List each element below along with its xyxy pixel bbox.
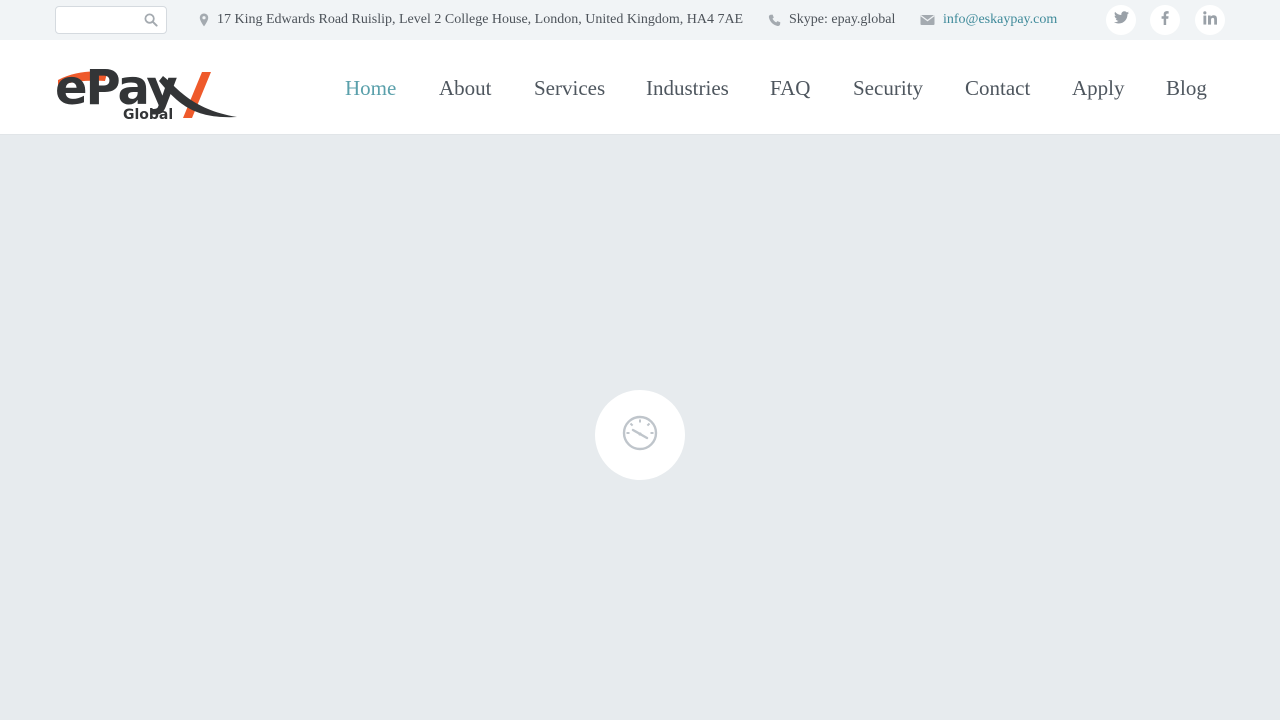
nav-contact[interactable]: Contact (965, 76, 1030, 100)
nav-security[interactable]: Security (853, 76, 923, 100)
main-navigation: Home About Services Industries FAQ Secur… (0, 40, 1280, 135)
page-content-loading (0, 135, 1280, 720)
nav-industries[interactable]: Industries (646, 76, 729, 100)
skype-text: Skype: epay.global (789, 12, 896, 27)
nav-blog[interactable]: Blog (1166, 76, 1207, 100)
contact-skype: Skype: epay.global (768, 11, 895, 29)
top-info-bar: 17 King Edwards Road Ruislip, Level 2 Co… (0, 0, 1280, 40)
nav-home[interactable]: Home (345, 76, 396, 100)
nav-faq[interactable]: FAQ (770, 76, 810, 100)
contact-address: 17 King Edwards Road Ruislip, Level 2 Co… (199, 11, 743, 29)
search-icon[interactable] (144, 13, 158, 32)
search-input[interactable] (60, 10, 140, 30)
map-marker-icon (199, 13, 209, 27)
linkedin-icon (1203, 10, 1217, 30)
search-box[interactable] (55, 6, 167, 34)
facebook-button[interactable] (1150, 5, 1180, 35)
twitter-button[interactable] (1106, 5, 1136, 35)
nav-apply[interactable]: Apply (1072, 76, 1125, 100)
linkedin-button[interactable] (1195, 5, 1225, 35)
facebook-icon (1161, 10, 1169, 30)
contact-email: info@eskaypay.com (920, 11, 1057, 29)
site-header: ePay Global Home About Services Industri… (0, 40, 1280, 135)
nav-about[interactable]: About (439, 76, 492, 100)
loading-spinner (595, 390, 685, 480)
twitter-icon (1113, 11, 1129, 29)
nav-services[interactable]: Services (534, 76, 605, 100)
phone-icon (768, 14, 781, 27)
address-text: 17 King Edwards Road Ruislip, Level 2 Co… (217, 12, 744, 27)
envelope-icon (920, 14, 935, 26)
email-link[interactable]: info@eskaypay.com (943, 12, 1057, 28)
gauge-icon (620, 413, 660, 458)
